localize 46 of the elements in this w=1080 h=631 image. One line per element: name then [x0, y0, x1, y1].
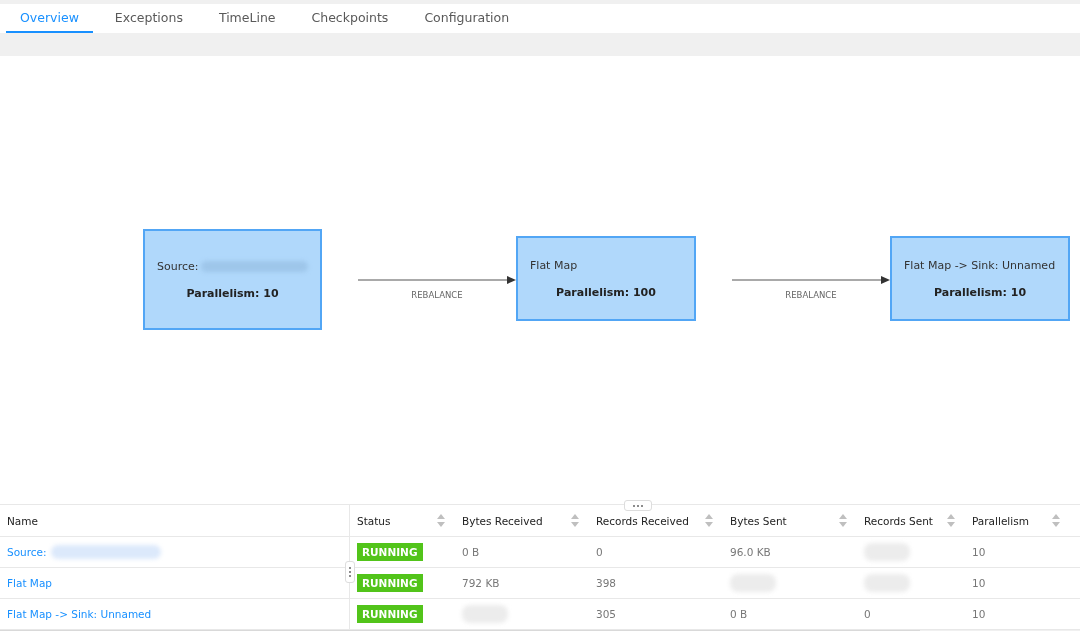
table-cell: 0 [596, 546, 603, 558]
sort-icon[interactable] [705, 514, 713, 527]
table-cell: 10 [972, 577, 986, 589]
column-header[interactable]: Bytes Sent [730, 514, 787, 527]
resize-handle[interactable] [624, 500, 652, 511]
node-label: Flat Map -> Sink: Unnamed [904, 258, 1056, 272]
column-header[interactable]: Bytes Received [462, 514, 543, 527]
graph-node[interactable]: Source: Parallelism: 10 [143, 229, 322, 330]
column-resize-handle[interactable] [345, 561, 355, 583]
column-header[interactable]: Status [357, 514, 391, 527]
graph-node[interactable]: Flat Map -> Sink: Unnamed Parallelism: 10 [890, 236, 1070, 321]
table-cell: 96.0 KB [730, 546, 771, 558]
edge-label: REBALANCE [410, 290, 464, 300]
status-badge: RUNNING [357, 574, 423, 592]
table-cell: 398 [596, 577, 617, 589]
column-header[interactable]: Records Received [596, 514, 689, 527]
node-parallelism: Parallelism: 10 [185, 286, 280, 300]
table-cell: 792 KB [462, 577, 500, 589]
tab[interactable]: Checkpoints [297, 4, 403, 33]
table-cell: 0 B [730, 608, 748, 620]
more-icon [632, 503, 644, 508]
tab[interactable]: Configuration [410, 4, 524, 33]
table-cell: 10 [972, 608, 986, 620]
sort-icon[interactable] [839, 514, 847, 527]
column-header[interactable]: Name [7, 514, 38, 527]
table-cell: 0 B [462, 546, 480, 558]
column-header[interactable]: Parallelism [972, 514, 1029, 527]
edge-label: REBALANCE [784, 290, 838, 300]
node-parallelism: Parallelism: 100 [555, 285, 657, 299]
tab[interactable]: Exceptions [100, 4, 197, 33]
node-label: Flat Map [530, 258, 578, 272]
table-cell: 305 [596, 608, 617, 620]
status-badge: RUNNING [357, 543, 423, 561]
more-icon [348, 566, 352, 578]
graph-node[interactable]: Flat Map Parallelism: 100 [516, 236, 696, 321]
tab[interactable]: TimeLine [204, 4, 290, 33]
column-header[interactable]: Records Sent [864, 514, 933, 527]
sort-icon[interactable] [437, 514, 445, 527]
node-parallelism: Parallelism: 10 [932, 285, 1028, 299]
status-badge: RUNNING [357, 605, 423, 623]
sort-icon[interactable] [571, 514, 579, 527]
table-cell: 0 [864, 608, 871, 620]
sort-icon[interactable] [1052, 514, 1060, 527]
node-label: Source: [157, 259, 199, 273]
table-cell: 10 [972, 546, 986, 558]
sort-icon[interactable] [947, 514, 955, 527]
